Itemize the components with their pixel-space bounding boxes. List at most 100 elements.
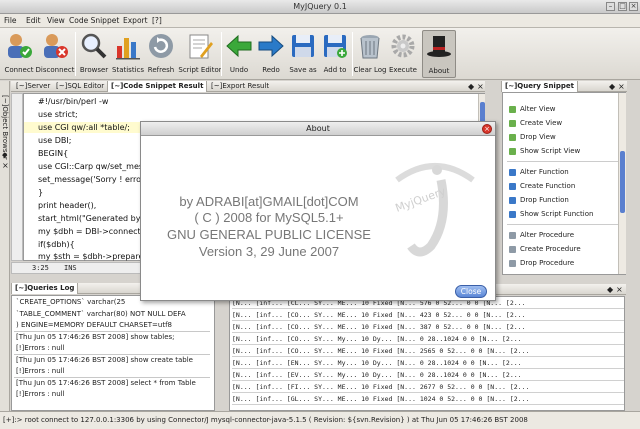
- view-icon: [509, 133, 516, 141]
- menu-code-snippet[interactable]: Code Snippet: [69, 16, 119, 25]
- arrow-right-icon: [258, 34, 284, 58]
- window-titlebar: MyJQuery 0.1 – □ ×: [0, 0, 640, 14]
- table-row[interactable]: [N... [inf... [FI... SY... ME... 10 Fixe…: [232, 383, 624, 393]
- snippet-item-drop-function[interactable]: Drop Function: [509, 196, 569, 204]
- code-line: BEGIN{: [38, 149, 69, 158]
- function-icon: [509, 168, 516, 176]
- snippet-divider: [507, 224, 623, 225]
- minimize-button[interactable]: –: [606, 2, 615, 11]
- menu-file[interactable]: File: [4, 16, 17, 25]
- snippet-item-create-function[interactable]: Create Function: [509, 182, 575, 190]
- browser-button[interactable]: Browser: [79, 30, 109, 78]
- snippet-item-alter-view[interactable]: Alter View: [509, 105, 556, 113]
- disconnect-icon: [44, 34, 68, 58]
- function-icon: [509, 196, 516, 204]
- disconnect-button[interactable]: Disconnect: [36, 30, 74, 78]
- menubar: File Edit View Code Snippet Export [?]: [0, 14, 640, 28]
- about-dialog: About × MyjQuery by ADRABI[at]GMAIL[dot]…: [140, 121, 496, 301]
- tab-server[interactable]: [~]Server: [13, 81, 53, 92]
- result-minimize-icon[interactable]: ◆: [607, 284, 613, 295]
- snippet-scroll-thumb[interactable]: [620, 151, 625, 213]
- log-divider: [14, 354, 210, 355]
- view-icon: [509, 119, 516, 127]
- snippet-panel-header: [~]Query Snippet ◆ ×: [501, 81, 627, 92]
- table-row[interactable]: [N... [inf... [CO... SY... ME... 10 Fixe…: [232, 311, 624, 321]
- object-browser-pin-icon[interactable]: ◆: [2, 151, 7, 159]
- snippet-item-create-procedure[interactable]: Create Procedure: [509, 245, 581, 253]
- table-row[interactable]: [N... [inf... [CO... SY... ME... 10 Fixe…: [232, 323, 624, 333]
- undo-button[interactable]: Undo: [225, 30, 253, 78]
- snippet-item-show-script-function[interactable]: Show Script Function: [509, 210, 593, 218]
- result-grid[interactable]: [N... [inf... [CL... SY... ME... 10 Fixe…: [229, 296, 625, 411]
- procedure-icon: [509, 259, 516, 267]
- about-button[interactable]: About: [422, 30, 456, 78]
- snippet-item-label: Drop View: [520, 133, 556, 141]
- snippet-item-label: Create View: [520, 119, 563, 127]
- menu-view[interactable]: View: [47, 16, 65, 25]
- script-editor-label: Script Editor: [178, 66, 222, 74]
- procedure-icon: [509, 231, 516, 239]
- editor-gutter: [11, 93, 23, 261]
- procedure-icon: [509, 245, 516, 253]
- close-window-button[interactable]: ×: [629, 2, 638, 11]
- table-row[interactable]: [N... [inf... [EN... SY... My... 10 Dy..…: [232, 359, 624, 369]
- floppy-icon: [292, 35, 314, 57]
- maximize-button[interactable]: □: [618, 2, 627, 11]
- code-line: #!/usr/bin/perl -w: [38, 97, 109, 106]
- status-bar: [+]:> root connect to 127.0.0.1:3306 by …: [0, 411, 640, 429]
- tab-sql-editor[interactable]: [~]SQL Editor: [53, 81, 107, 92]
- table-row[interactable]: [N... [inf... [CO... SY... ME... 10 Fixe…: [232, 347, 624, 357]
- tab-code-snippet-result[interactable]: [~]Code Snippet Result: [107, 81, 208, 92]
- table-row[interactable]: [N... [inf... [GL... SY... ME... 10 Fixe…: [232, 395, 624, 405]
- log-line: `CREATE_OPTIONS` varchar(25: [16, 298, 126, 306]
- clear-log-button[interactable]: Clear Log: [353, 30, 387, 78]
- toolbar: Connect Disconnect Browser Statistics Re…: [0, 28, 640, 80]
- snippet-item-show-script-view[interactable]: Show Script View: [509, 147, 580, 155]
- script-editor-button[interactable]: Script Editor: [178, 30, 222, 78]
- snippet-panel-title: [~]Query Snippet: [501, 81, 578, 92]
- snippet-minimize-icon[interactable]: ◆: [609, 81, 615, 92]
- myjquery-logo: MyjQuery: [394, 163, 475, 257]
- object-browser-strip[interactable]: [~]Object Browser ◆ ×: [0, 81, 10, 411]
- snippet-item-label: Alter Function: [520, 168, 569, 176]
- refresh-button[interactable]: Refresh: [147, 30, 175, 78]
- add-to-button[interactable]: Add to: [320, 30, 350, 78]
- refresh-label: Refresh: [147, 66, 175, 74]
- editor-minimize-icon[interactable]: ◆: [468, 81, 474, 92]
- connect-button[interactable]: Connect: [3, 30, 35, 78]
- editor-close-icon[interactable]: ×: [477, 81, 484, 92]
- snippet-item-drop-view[interactable]: Drop View: [509, 133, 556, 141]
- queries-log[interactable]: `CREATE_OPTIONS` varchar(25 `TABLE_COMME…: [11, 295, 215, 411]
- disconnect-label: Disconnect: [35, 66, 75, 74]
- tab-export-result[interactable]: [~]Export Result: [208, 81, 272, 92]
- about-copyright-line: ( C ) 2008 for MySQL5.1+: [194, 210, 344, 225]
- about-close-icon[interactable]: ×: [482, 124, 492, 134]
- menu-edit[interactable]: Edit: [26, 16, 41, 25]
- object-browser-close-icon[interactable]: ×: [2, 161, 9, 170]
- code-line: use strict;: [38, 110, 78, 119]
- table-row[interactable]: [N... [inf... [CO... SY... My... 10 Dy..…: [232, 335, 624, 345]
- close-button[interactable]: Close: [455, 285, 487, 298]
- function-icon: [509, 210, 516, 218]
- snippet-scrollbar[interactable]: [618, 93, 626, 274]
- editor-tab-bar: [~]Server [~]SQL Editor [~]Code Snippet …: [11, 81, 485, 92]
- snippet-item-create-view[interactable]: Create View: [509, 119, 562, 127]
- snippet-item-label: Create Function: [520, 182, 576, 190]
- execute-button[interactable]: Execute: [388, 30, 418, 78]
- magnifier-icon: [81, 33, 107, 59]
- trash-icon: [360, 35, 380, 59]
- code-line: use CGI::Carp qw/set_mes: [38, 162, 144, 171]
- result-close-icon[interactable]: ×: [616, 284, 623, 295]
- table-row[interactable]: [N... [inf... [EV... SY... My... 10 Dy..…: [232, 371, 624, 381]
- statistics-button[interactable]: Statistics: [112, 30, 144, 78]
- redo-button[interactable]: Redo: [257, 30, 285, 78]
- about-author-line: by ADRABI[at]GMAIL[dot]COM: [179, 194, 359, 209]
- menu-help[interactable]: [?]: [152, 16, 162, 25]
- code-line: my $dbh = DBI->connect(": [38, 227, 148, 236]
- snippet-close-icon[interactable]: ×: [618, 81, 625, 92]
- snippet-item-label: Drop Function: [520, 196, 569, 204]
- menu-export[interactable]: Export: [123, 16, 148, 25]
- snippet-item-drop-procedure[interactable]: Drop Procedure: [509, 259, 574, 267]
- snippet-item-alter-procedure[interactable]: Alter Procedure: [509, 231, 574, 239]
- snippet-item-alter-function[interactable]: Alter Function: [509, 168, 569, 176]
